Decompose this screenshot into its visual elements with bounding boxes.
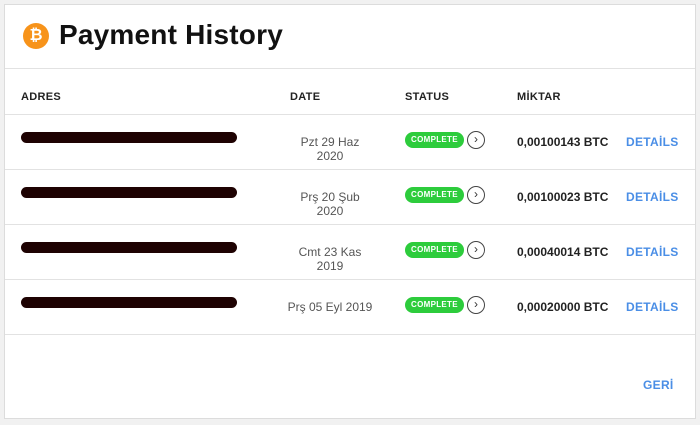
- chevron-right-icon[interactable]: ›: [467, 296, 485, 314]
- column-header-status: STATUS: [405, 91, 450, 103]
- row-date: Cmt 23 Kas 2019: [298, 245, 362, 273]
- redacted-address: [21, 187, 237, 198]
- redacted-address: [21, 132, 237, 143]
- details-link[interactable]: DETAİLS: [626, 245, 679, 259]
- row-amount: 0,00020000 BTC: [517, 300, 609, 314]
- header: ₿ Payment History: [5, 5, 695, 69]
- chevron-right-icon[interactable]: ›: [467, 131, 485, 149]
- table-row: Pzt 29 Haz 2020 COMPLETE › 0,00100143 BT…: [5, 115, 695, 170]
- details-link[interactable]: DETAİLS: [626, 300, 679, 314]
- row-amount: 0,00100143 BTC: [517, 135, 609, 149]
- row-date: Prş 20 Şub 2020: [300, 190, 360, 218]
- row-date: Pzt 29 Haz 2020: [300, 135, 360, 163]
- chevron-right-icon[interactable]: ›: [467, 241, 485, 259]
- divider: [5, 68, 695, 69]
- details-link[interactable]: DETAİLS: [626, 135, 679, 149]
- status-badge: COMPLETE: [405, 242, 464, 258]
- table-row: Prş 05 Eyl 2019 COMPLETE › 0,00020000 BT…: [5, 280, 695, 335]
- table-row: Prş 20 Şub 2020 COMPLETE › 0,00100023 BT…: [5, 170, 695, 225]
- back-button[interactable]: GERİ: [643, 378, 674, 392]
- table-row: Cmt 23 Kas 2019 COMPLETE › 0,00040014 BT…: [5, 225, 695, 280]
- row-date: Prş 05 Eyl 2019: [287, 300, 373, 314]
- row-amount: 0,00100023 BTC: [517, 190, 609, 204]
- status-badge: COMPLETE: [405, 132, 464, 148]
- redacted-address: [21, 297, 237, 308]
- column-header-address: ADRES: [21, 91, 62, 103]
- column-header-date: DATE: [290, 91, 321, 103]
- chevron-right-icon[interactable]: ›: [467, 186, 485, 204]
- bitcoin-icon: ₿: [23, 23, 49, 49]
- details-link[interactable]: DETAİLS: [626, 190, 679, 204]
- divider: [5, 334, 695, 335]
- status-badge: COMPLETE: [405, 187, 464, 203]
- status-badge: COMPLETE: [405, 297, 464, 313]
- column-header-amount: MİKTAR: [517, 91, 561, 103]
- page-title: Payment History: [59, 19, 283, 50]
- payment-history-card: ₿ Payment History ADRES DATE STATUS MİKT…: [4, 4, 696, 419]
- row-amount: 0,00040014 BTC: [517, 245, 609, 259]
- redacted-address: [21, 242, 237, 253]
